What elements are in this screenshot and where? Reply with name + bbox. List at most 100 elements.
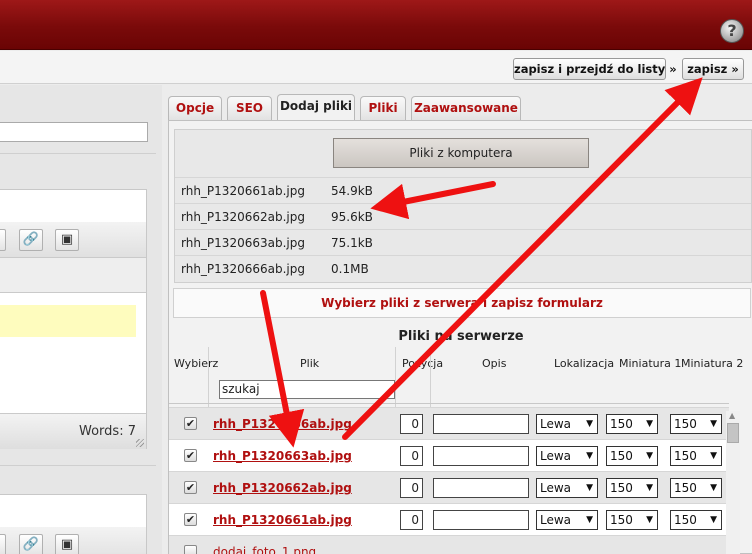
- chevron-down-icon: ▼: [710, 451, 717, 461]
- upload-file-size: 54.9kB: [331, 184, 373, 198]
- select-checkbox[interactable]: ✔: [184, 481, 197, 494]
- description-input[interactable]: [433, 446, 529, 466]
- chevron-down-icon: ▼: [586, 483, 593, 493]
- editor-toolbar: 🔗 ▣: [0, 527, 146, 554]
- location-select[interactable]: Lewa ▼: [536, 510, 598, 530]
- divider: [169, 403, 729, 404]
- table-row: dodaj_foto_1.png: [169, 535, 729, 554]
- add-files-panel: Pliki z komputera rhh_P1320661ab.jpg 54.…: [168, 120, 752, 554]
- thumb1-select[interactable]: 150 ▼: [606, 510, 658, 530]
- help-icon[interactable]: ?: [720, 19, 744, 43]
- position-input[interactable]: 0: [400, 414, 423, 434]
- upload-file-row: rhh_P1320662ab.jpg 95.6kB: [175, 203, 751, 229]
- select-checkbox[interactable]: ✔: [184, 513, 197, 526]
- thumb2-select[interactable]: 150 ▼: [670, 478, 722, 498]
- position-input[interactable]: 0: [400, 478, 423, 498]
- location-select[interactable]: Lewa ▼: [536, 414, 598, 434]
- image-icon[interactable]: ▣: [55, 229, 79, 251]
- search-input[interactable]: szukaj: [219, 380, 395, 399]
- thumb2-select[interactable]: 150 ▼: [670, 414, 722, 434]
- column-header-file: Plik: [300, 357, 320, 370]
- upload-file-row: rhh_P1320661ab.jpg 54.9kB: [175, 177, 751, 203]
- description-input[interactable]: [433, 414, 529, 434]
- action-toolbar: zapisz i przejdź do listy » zapisz »: [0, 51, 752, 84]
- chevron-down-icon: ▼: [646, 419, 653, 429]
- position-input[interactable]: 0: [400, 446, 423, 466]
- tab-add-files[interactable]: Dodaj pliki: [277, 94, 355, 121]
- rich-text-editor-2[interactable]: 🔗 ▣: [0, 494, 147, 554]
- choose-server-files-link[interactable]: Wybierz pliki z serwera i zapisz formula…: [173, 288, 751, 318]
- description-input[interactable]: [433, 510, 529, 530]
- editor-toolbar-row: [0, 258, 146, 293]
- tab-options[interactable]: Opcje: [168, 96, 222, 120]
- top-bar: ?: [0, 0, 752, 50]
- scrollbar-thumb[interactable]: [727, 423, 739, 443]
- chevron-down-icon: ▼: [710, 483, 717, 493]
- chevron-down-icon: ▼: [586, 515, 593, 525]
- server-files-title: Pliki na serwerze: [398, 329, 524, 344]
- chevron-down-icon: ▼: [586, 419, 593, 429]
- description-input[interactable]: [433, 478, 529, 498]
- thumb1-select[interactable]: 150 ▼: [606, 414, 658, 434]
- table-row: ✔ rhh_P1320662ab.jpg 0 Lewa ▼ 150 ▼ 150 ▼: [169, 471, 729, 503]
- select-checkbox[interactable]: ✔: [184, 417, 197, 430]
- divider: [0, 465, 156, 466]
- upload-file-size: 0.1MB: [331, 262, 369, 276]
- resize-handle-icon[interactable]: [136, 439, 144, 447]
- table-row: ✔ rhh_P1320666ab.jpg 0 Lewa ▼ 150 ▼ 150 ▼: [169, 407, 729, 439]
- thumb2-select[interactable]: 150 ▼: [670, 446, 722, 466]
- tab-seo[interactable]: SEO: [227, 96, 272, 120]
- select-checkbox[interactable]: [184, 545, 197, 554]
- column-header-location: Lokalizacja: [554, 357, 615, 370]
- tab-files[interactable]: Pliki: [360, 96, 406, 120]
- table-row: ✔ rhh_P1320661ab.jpg 0 Lewa ▼ 150 ▼ 150 ▼: [169, 503, 729, 535]
- chevron-down-icon: ▼: [646, 515, 653, 525]
- upload-file-name: rhh_P1320662ab.jpg: [181, 210, 305, 224]
- upload-from-computer-button[interactable]: Pliki z komputera: [333, 138, 589, 168]
- chevron-down-icon: ▼: [646, 483, 653, 493]
- thumb2-select[interactable]: 150 ▼: [670, 510, 722, 530]
- scroll-up-icon[interactable]: ▲: [729, 411, 735, 420]
- upload-file-name: rhh_P1320666ab.jpg: [181, 262, 305, 276]
- file-link[interactable]: rhh_P1320661ab.jpg: [213, 513, 352, 527]
- save-button[interactable]: zapisz »: [682, 58, 744, 80]
- location-select[interactable]: Lewa ▼: [536, 446, 598, 466]
- editor-status-bar: Words: 7: [0, 413, 146, 449]
- upload-file-row: rhh_P1320663ab.jpg 75.1kB: [175, 229, 751, 255]
- select-checkbox[interactable]: ✔: [184, 449, 197, 462]
- save-and-list-button[interactable]: zapisz i przejdź do listy »: [513, 58, 677, 80]
- upload-file-row: rhh_P1320666ab.jpg 0.1MB: [175, 255, 751, 281]
- column-header-select: Wybierz: [174, 357, 219, 370]
- position-input[interactable]: 0: [400, 510, 423, 530]
- file-link[interactable]: dodaj_foto_1.png: [213, 545, 316, 554]
- upload-list: Pliki z komputera rhh_P1320661ab.jpg 54.…: [174, 129, 752, 283]
- upload-file-name: rhh_P1320663ab.jpg: [181, 236, 305, 250]
- word-count: Words: 7: [79, 424, 136, 439]
- chevron-down-icon: ▼: [710, 419, 717, 429]
- image-icon[interactable]: ▣: [55, 534, 79, 554]
- link-icon[interactable]: 🔗: [19, 534, 43, 554]
- divider: [0, 153, 156, 154]
- thumb1-select[interactable]: 150 ▼: [606, 478, 658, 498]
- editor-toolbar: 🔗 ▣: [0, 222, 146, 258]
- rich-text-editor[interactable]: 🔗 ▣ Words: 7: [0, 189, 147, 449]
- scrollbar[interactable]: ▲: [726, 411, 740, 554]
- location-select[interactable]: Lewa ▼: [536, 478, 598, 498]
- toolbar-button[interactable]: [0, 534, 6, 554]
- column-header-description: Opis: [482, 357, 507, 370]
- thumb1-select[interactable]: 150 ▼: [606, 446, 658, 466]
- table-row: ✔ rhh_P1320663ab.jpg 0 Lewa ▼ 150 ▼ 150 ▼: [169, 439, 729, 471]
- upload-file-size: 75.1kB: [331, 236, 373, 250]
- left-panel: 🔗 ▣ Words: 7 🔗 ▣: [0, 85, 162, 554]
- chevron-down-icon: ▼: [586, 451, 593, 461]
- toolbar-button[interactable]: [0, 229, 6, 251]
- link-icon[interactable]: 🔗: [19, 229, 43, 251]
- tab-advanced[interactable]: Zaawansowane: [411, 96, 521, 120]
- file-link[interactable]: rhh_P1320662ab.jpg: [213, 481, 352, 495]
- editor-highlight: [0, 305, 136, 337]
- upload-file-name: rhh_P1320661ab.jpg: [181, 184, 305, 198]
- file-link[interactable]: rhh_P1320666ab.jpg: [213, 417, 352, 431]
- title-input[interactable]: [0, 122, 148, 142]
- column-header-position: Pozycja: [402, 357, 444, 370]
- file-link[interactable]: rhh_P1320663ab.jpg: [213, 449, 352, 463]
